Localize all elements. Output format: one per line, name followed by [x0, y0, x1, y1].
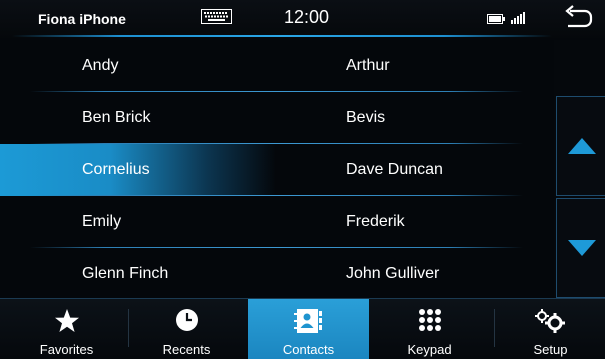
contact-item[interactable]: Ben Brick [0, 92, 276, 144]
triangle-up-icon [568, 138, 596, 154]
keypad-icon [418, 309, 441, 331]
nav-setup[interactable]: Setup [490, 299, 605, 359]
contact-item-selected[interactable]: Cornelius [0, 144, 276, 196]
nav-favorites[interactable]: Favorites [6, 299, 127, 359]
phone-contacts-screen: Fiona iPhone 12:00 Andy Arthur Ben Brick… [0, 0, 605, 359]
scroll-down-button[interactable] [556, 198, 605, 298]
clock-icon [175, 309, 198, 331]
status-bar-divider [12, 35, 552, 37]
back-arrow-icon[interactable] [556, 2, 596, 34]
nav-recents[interactable]: Recents [126, 299, 247, 359]
triangle-down-icon [568, 240, 596, 256]
contact-item[interactable]: Glenn Finch [0, 248, 276, 298]
clock: 12:00 [284, 7, 330, 27]
battery-icon [487, 14, 505, 24]
contacts-book-icon [293, 309, 322, 333]
gears-icon [534, 309, 565, 333]
contact-item[interactable]: Dave Duncan [276, 144, 553, 196]
contact-item[interactable]: Bevis [276, 92, 553, 144]
nav-keypad[interactable]: Keypad [369, 299, 490, 359]
star-icon [54, 309, 79, 332]
list-row: Emily Frederik [0, 196, 553, 248]
status-bar: Fiona iPhone 12:00 [0, 0, 605, 38]
device-name: Fiona iPhone [38, 11, 126, 27]
keyboard-icon[interactable] [201, 9, 232, 24]
contact-item[interactable]: Andy [0, 40, 276, 92]
contact-item[interactable]: Frederik [276, 196, 553, 248]
scroll-up-button[interactable] [556, 96, 605, 196]
contact-list: Andy Arthur Ben Brick Bevis Cornelius Da… [0, 40, 553, 298]
contact-item[interactable]: Emily [0, 196, 276, 248]
nav-contacts[interactable]: Contacts [248, 299, 369, 359]
list-row: Ben Brick Bevis [0, 92, 553, 144]
list-row: Cornelius Dave Duncan [0, 144, 553, 196]
contact-item[interactable]: John Gulliver [276, 248, 553, 298]
signal-icon [511, 12, 525, 24]
contact-item[interactable]: Arthur [276, 40, 553, 92]
bottom-nav: Favorites Recents Contacts Keypad Setup [0, 298, 605, 359]
list-row: Andy Arthur [0, 40, 553, 92]
list-row: Glenn Finch John Gulliver [0, 248, 553, 298]
